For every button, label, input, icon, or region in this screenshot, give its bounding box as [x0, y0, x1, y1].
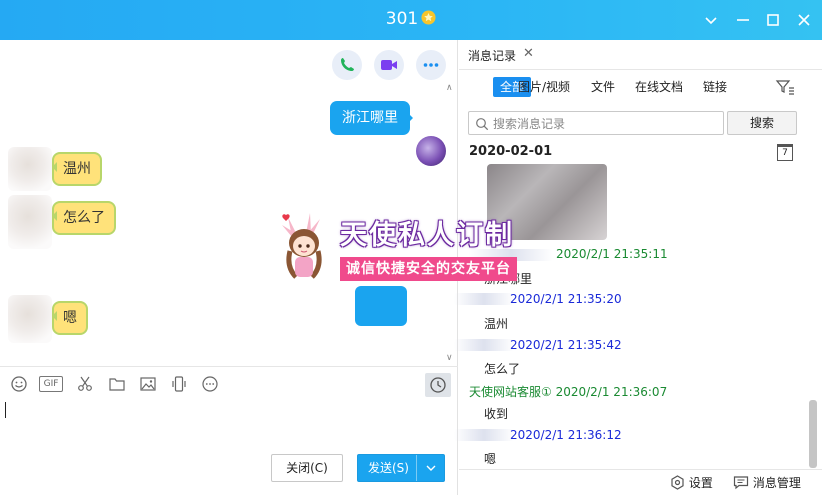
message-bubble-out-obscured: [355, 286, 407, 326]
message-bubble-in: 怎么了: [52, 201, 116, 235]
history-tab[interactable]: 消息记录: [468, 47, 516, 64]
message-text: 收到: [484, 407, 509, 421]
window-title-text: 301: [385, 9, 419, 29]
date-heading: 2020-02-01: [469, 144, 553, 159]
video-call-button[interactable]: [374, 50, 404, 80]
more-tools-icon[interactable]: [201, 375, 219, 393]
send-button[interactable]: 发送(S): [357, 454, 445, 482]
video-icon: [381, 60, 397, 70]
close-button[interactable]: [792, 8, 816, 32]
minimize-button[interactable]: [731, 8, 755, 32]
input-toolbar: GIF: [0, 366, 458, 402]
voice-call-button[interactable]: [332, 50, 362, 80]
gear-icon: [671, 475, 684, 490]
maximize-button[interactable]: [761, 8, 785, 32]
message-input[interactable]: [5, 402, 6, 418]
send-options-chevron-icon[interactable]: [416, 455, 444, 481]
history-toggle-button[interactable]: [425, 373, 451, 397]
message-text: 温州: [484, 317, 509, 331]
message-manage-icon: [733, 476, 749, 490]
scroll-down-icon[interactable]: ∨: [446, 353, 453, 363]
phone-icon: [341, 58, 354, 71]
emoji-icon[interactable]: [10, 375, 28, 393]
contact-avatar: [8, 295, 52, 343]
settings-button[interactable]: 设置: [670, 474, 713, 491]
close-chat-button[interactable]: 关闭(C): [271, 454, 343, 482]
message-text: 嗯: [484, 452, 497, 466]
settings-label: 设置: [688, 476, 713, 490]
banner-title: 天使私人订制: [340, 220, 514, 251]
filter-files[interactable]: 文件: [584, 77, 622, 97]
vip-star-icon: [421, 10, 436, 25]
message-time: 2020/2/1 21:36:07: [555, 385, 668, 399]
scroll-up-icon[interactable]: ∧: [446, 83, 453, 93]
message-manage-label: 消息管理: [752, 476, 801, 490]
message-bubble-out: 浙江哪里: [330, 101, 413, 135]
history-search-input[interactable]: 搜索消息记录: [468, 111, 724, 135]
message-bubble-in: 温州: [52, 152, 102, 186]
chevron-down-icon[interactable]: [699, 8, 723, 32]
search-button[interactable]: 搜索: [727, 111, 797, 135]
title-bar: 301: [0, 0, 822, 40]
filter-settings-icon[interactable]: [775, 78, 795, 100]
watermark-banner: 天使私人订制 诚信快捷安全的交友平台: [270, 205, 560, 287]
filter-docs[interactable]: 在线文档: [628, 77, 690, 97]
cartoon-girl-logo: [282, 213, 322, 279]
gif-icon[interactable]: GIF: [39, 376, 63, 392]
clock-icon: [430, 377, 446, 393]
message-time: 2020/2/1 21:35:20: [510, 292, 622, 306]
filter-media[interactable]: 图片/视频: [511, 77, 577, 97]
message-time: 2020/2/1 21:36:12: [510, 428, 622, 442]
message-sender-time: 天使网站客服① 2020/2/1 21:36:07: [469, 383, 667, 400]
filter-links[interactable]: 链接: [696, 77, 734, 97]
contact-avatar: [8, 147, 52, 191]
history-tab-close-icon[interactable]: ✕: [523, 46, 534, 61]
divider: [459, 69, 822, 70]
search-icon: [476, 118, 489, 131]
contact-avatar: [8, 195, 52, 249]
send-label: 发送(S): [368, 461, 409, 475]
message-manage-button[interactable]: 消息管理: [733, 474, 801, 491]
search-placeholder: 搜索消息记录: [493, 117, 566, 131]
more-actions-button[interactable]: [416, 50, 446, 80]
shake-icon[interactable]: [170, 375, 188, 393]
scissors-icon[interactable]: [76, 375, 94, 393]
message-bubble-in: 嗯: [52, 301, 88, 335]
history-scrollbar[interactable]: [809, 400, 817, 468]
sender-name-obscured: [454, 293, 514, 305]
banner-subtitle: 诚信快捷安全的交友平台: [340, 257, 517, 281]
sender-name: 天使网站客服①: [469, 385, 552, 399]
more-icon: [423, 63, 439, 67]
message-time: 2020/2/1 21:35:42: [510, 338, 622, 352]
calendar-icon[interactable]: 7: [777, 144, 793, 161]
image-icon[interactable]: [139, 375, 157, 393]
folder-icon[interactable]: [108, 375, 126, 393]
message-time: 2020/2/1 21:35:11: [556, 247, 668, 261]
sender-name-obscured: [454, 429, 514, 441]
sender-name-obscured: [454, 339, 514, 351]
my-avatar: [416, 136, 446, 166]
message-text: 怎么了: [484, 362, 521, 376]
divider: [459, 469, 822, 470]
